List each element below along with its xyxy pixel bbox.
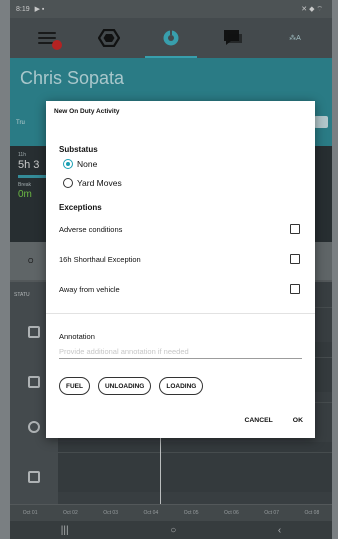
quick-annotation-chips: FUEL UNLOADING LOADING — [59, 377, 211, 395]
section-divider — [46, 313, 315, 314]
checkbox-icon[interactable] — [290, 284, 300, 294]
ok-button[interactable]: OK — [293, 417, 303, 424]
exception-16h-shorthaul[interactable]: 16h Shorthaul Exception — [59, 254, 300, 264]
exception-away-from-vehicle[interactable]: Away from vehicle — [59, 284, 300, 294]
checkbox-icon[interactable] — [290, 224, 300, 234]
substatus-option-yard-moves[interactable]: Yard Moves — [63, 178, 122, 188]
loading-chip[interactable]: LOADING — [159, 377, 204, 395]
substatus-option-none[interactable]: None — [63, 159, 97, 169]
unloading-chip[interactable]: UNLOADING — [97, 377, 152, 395]
exception-label: Adverse conditions — [59, 224, 123, 234]
radio-unchecked-icon[interactable] — [63, 178, 73, 188]
exceptions-heading: Exceptions — [59, 203, 102, 212]
dialog-actions: CANCEL OK — [224, 417, 303, 424]
exception-label: 16h Shorthaul Exception — [59, 254, 141, 264]
dialog-title: New On Duty Activity — [54, 108, 120, 115]
fuel-chip[interactable]: FUEL — [59, 377, 90, 395]
radio-checked-icon[interactable] — [63, 159, 73, 169]
new-on-duty-activity-dialog: New On Duty Activity Substatus None Yard… — [46, 101, 315, 438]
substatus-heading: Substatus — [59, 145, 98, 154]
cancel-button[interactable]: CANCEL — [244, 417, 272, 424]
exception-adverse-conditions[interactable]: Adverse conditions — [59, 224, 300, 234]
annotation-input[interactable] — [59, 345, 302, 359]
substatus-option-label: None — [77, 159, 98, 169]
annotation-label: Annotation — [59, 332, 95, 341]
substatus-option-label: Yard Moves — [77, 178, 122, 188]
checkbox-icon[interactable] — [290, 254, 300, 264]
exception-label: Away from vehicle — [59, 284, 120, 294]
